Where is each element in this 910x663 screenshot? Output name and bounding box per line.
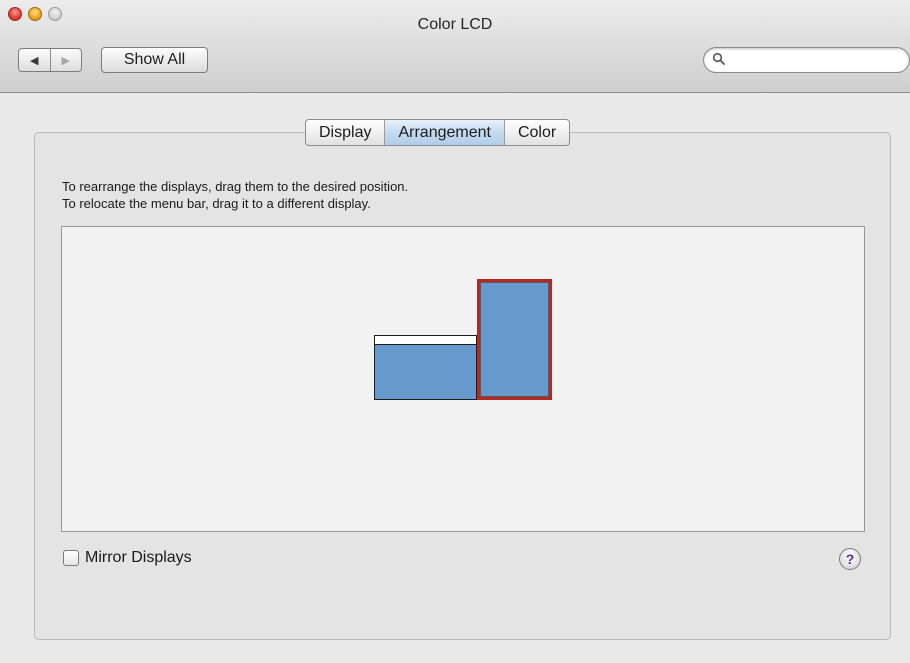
instructions-text: To rearrange the displays, drag them to …: [62, 178, 408, 212]
tab-bar: Display Arrangement Color: [305, 119, 571, 146]
tab-display[interactable]: Display: [306, 120, 386, 145]
forward-arrow-icon: ▶: [61, 54, 70, 67]
mirror-displays-checkbox[interactable]: [63, 550, 79, 566]
instruction-line-menu-bar: To relocate the menu bar, drag it to a d…: [62, 196, 371, 211]
help-button[interactable]: ?: [839, 548, 861, 570]
back-button[interactable]: ◀: [19, 49, 51, 71]
forward-button[interactable]: ▶: [51, 49, 82, 71]
back-arrow-icon: ◀: [30, 54, 39, 67]
mirror-displays-label: Mirror Displays: [85, 549, 192, 566]
menu-bar-handle[interactable]: [375, 336, 476, 345]
tab-color[interactable]: Color: [505, 120, 569, 145]
instruction-line-rearrange: To rearrange the displays, drag them to …: [62, 179, 409, 194]
display-arrangement-area: [61, 226, 865, 532]
help-icon: ?: [845, 551, 855, 567]
title-toolbar: Color LCD ◀ ▶ Show All: [0, 0, 910, 93]
show-all-button[interactable]: Show All: [101, 47, 208, 73]
secondary-display[interactable]: [477, 279, 552, 400]
window-title: Color LCD: [417, 16, 493, 33]
search-icon: [712, 52, 725, 65]
system-preferences-window: Color LCD ◀ ▶ Show All Display Arrangeme…: [0, 0, 910, 663]
search-field[interactable]: [703, 47, 910, 73]
primary-display[interactable]: [374, 335, 477, 400]
search-input[interactable]: [730, 50, 904, 72]
tab-arrangement[interactable]: Arrangement: [385, 120, 505, 145]
back-forward-group: ◀ ▶: [18, 48, 82, 72]
mirror-displays-option[interactable]: Mirror Displays: [63, 549, 192, 567]
